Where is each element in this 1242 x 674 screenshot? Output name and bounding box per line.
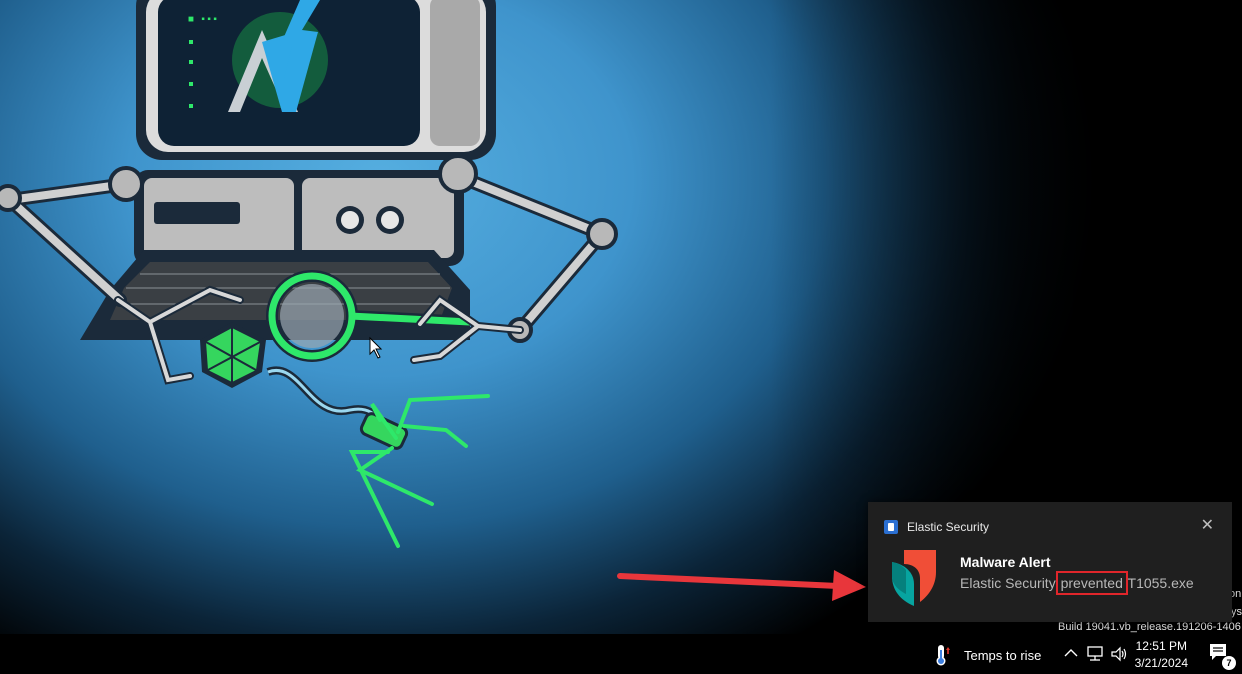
toast-app-header: Elastic Security [884, 520, 989, 534]
speaker-icon[interactable] [1110, 646, 1128, 662]
thermometer-icon [936, 645, 950, 666]
svg-text:■ ▪▪▪: ■ ▪▪▪ [188, 15, 218, 26]
action-center-button[interactable]: 7 [1208, 642, 1236, 670]
toast-notification[interactable]: Elastic Security ✕ Malware Alert Elastic… [868, 502, 1232, 622]
toast-body-prefix: Elastic Security [960, 575, 1060, 591]
elastic-app-icon [884, 520, 898, 534]
toast-body: Elastic Security prevented T1055.exe [960, 571, 1194, 595]
watermark-partial-2: ys [1231, 606, 1242, 618]
clock-date: 3/21/2024 [1134, 656, 1188, 670]
weather-widget[interactable]: Temps to rise [932, 644, 1041, 666]
watermark-build: Build 19041.vb_release.191206-1406 [1058, 621, 1241, 633]
system-clock[interactable]: 12:51 PM 3/21/2024 [1135, 638, 1188, 672]
chevron-up-icon[interactable] [1064, 648, 1078, 658]
weather-text: Temps to rise [964, 647, 1042, 663]
elastic-security-logo-icon [892, 550, 936, 606]
clock-time: 12:51 PM [1135, 639, 1187, 653]
notification-count-badge: 7 [1222, 656, 1236, 670]
annotation-arrow [617, 570, 866, 601]
taskbar: Temps to rise 12:51 PM 3/21/2024 7 [0, 634, 1242, 674]
wallpaper-illustration: ■ ▪▪▪ [0, 0, 618, 548]
network-icon[interactable] [1086, 646, 1104, 662]
toast-body-highlight: prevented [1055, 571, 1128, 595]
toast-app-name: Elastic Security [907, 520, 990, 534]
toast-title: Malware Alert [960, 554, 1051, 570]
toast-body-suffix: T1055.exe [1123, 575, 1194, 591]
close-icon[interactable]: ✕ [1201, 516, 1214, 536]
